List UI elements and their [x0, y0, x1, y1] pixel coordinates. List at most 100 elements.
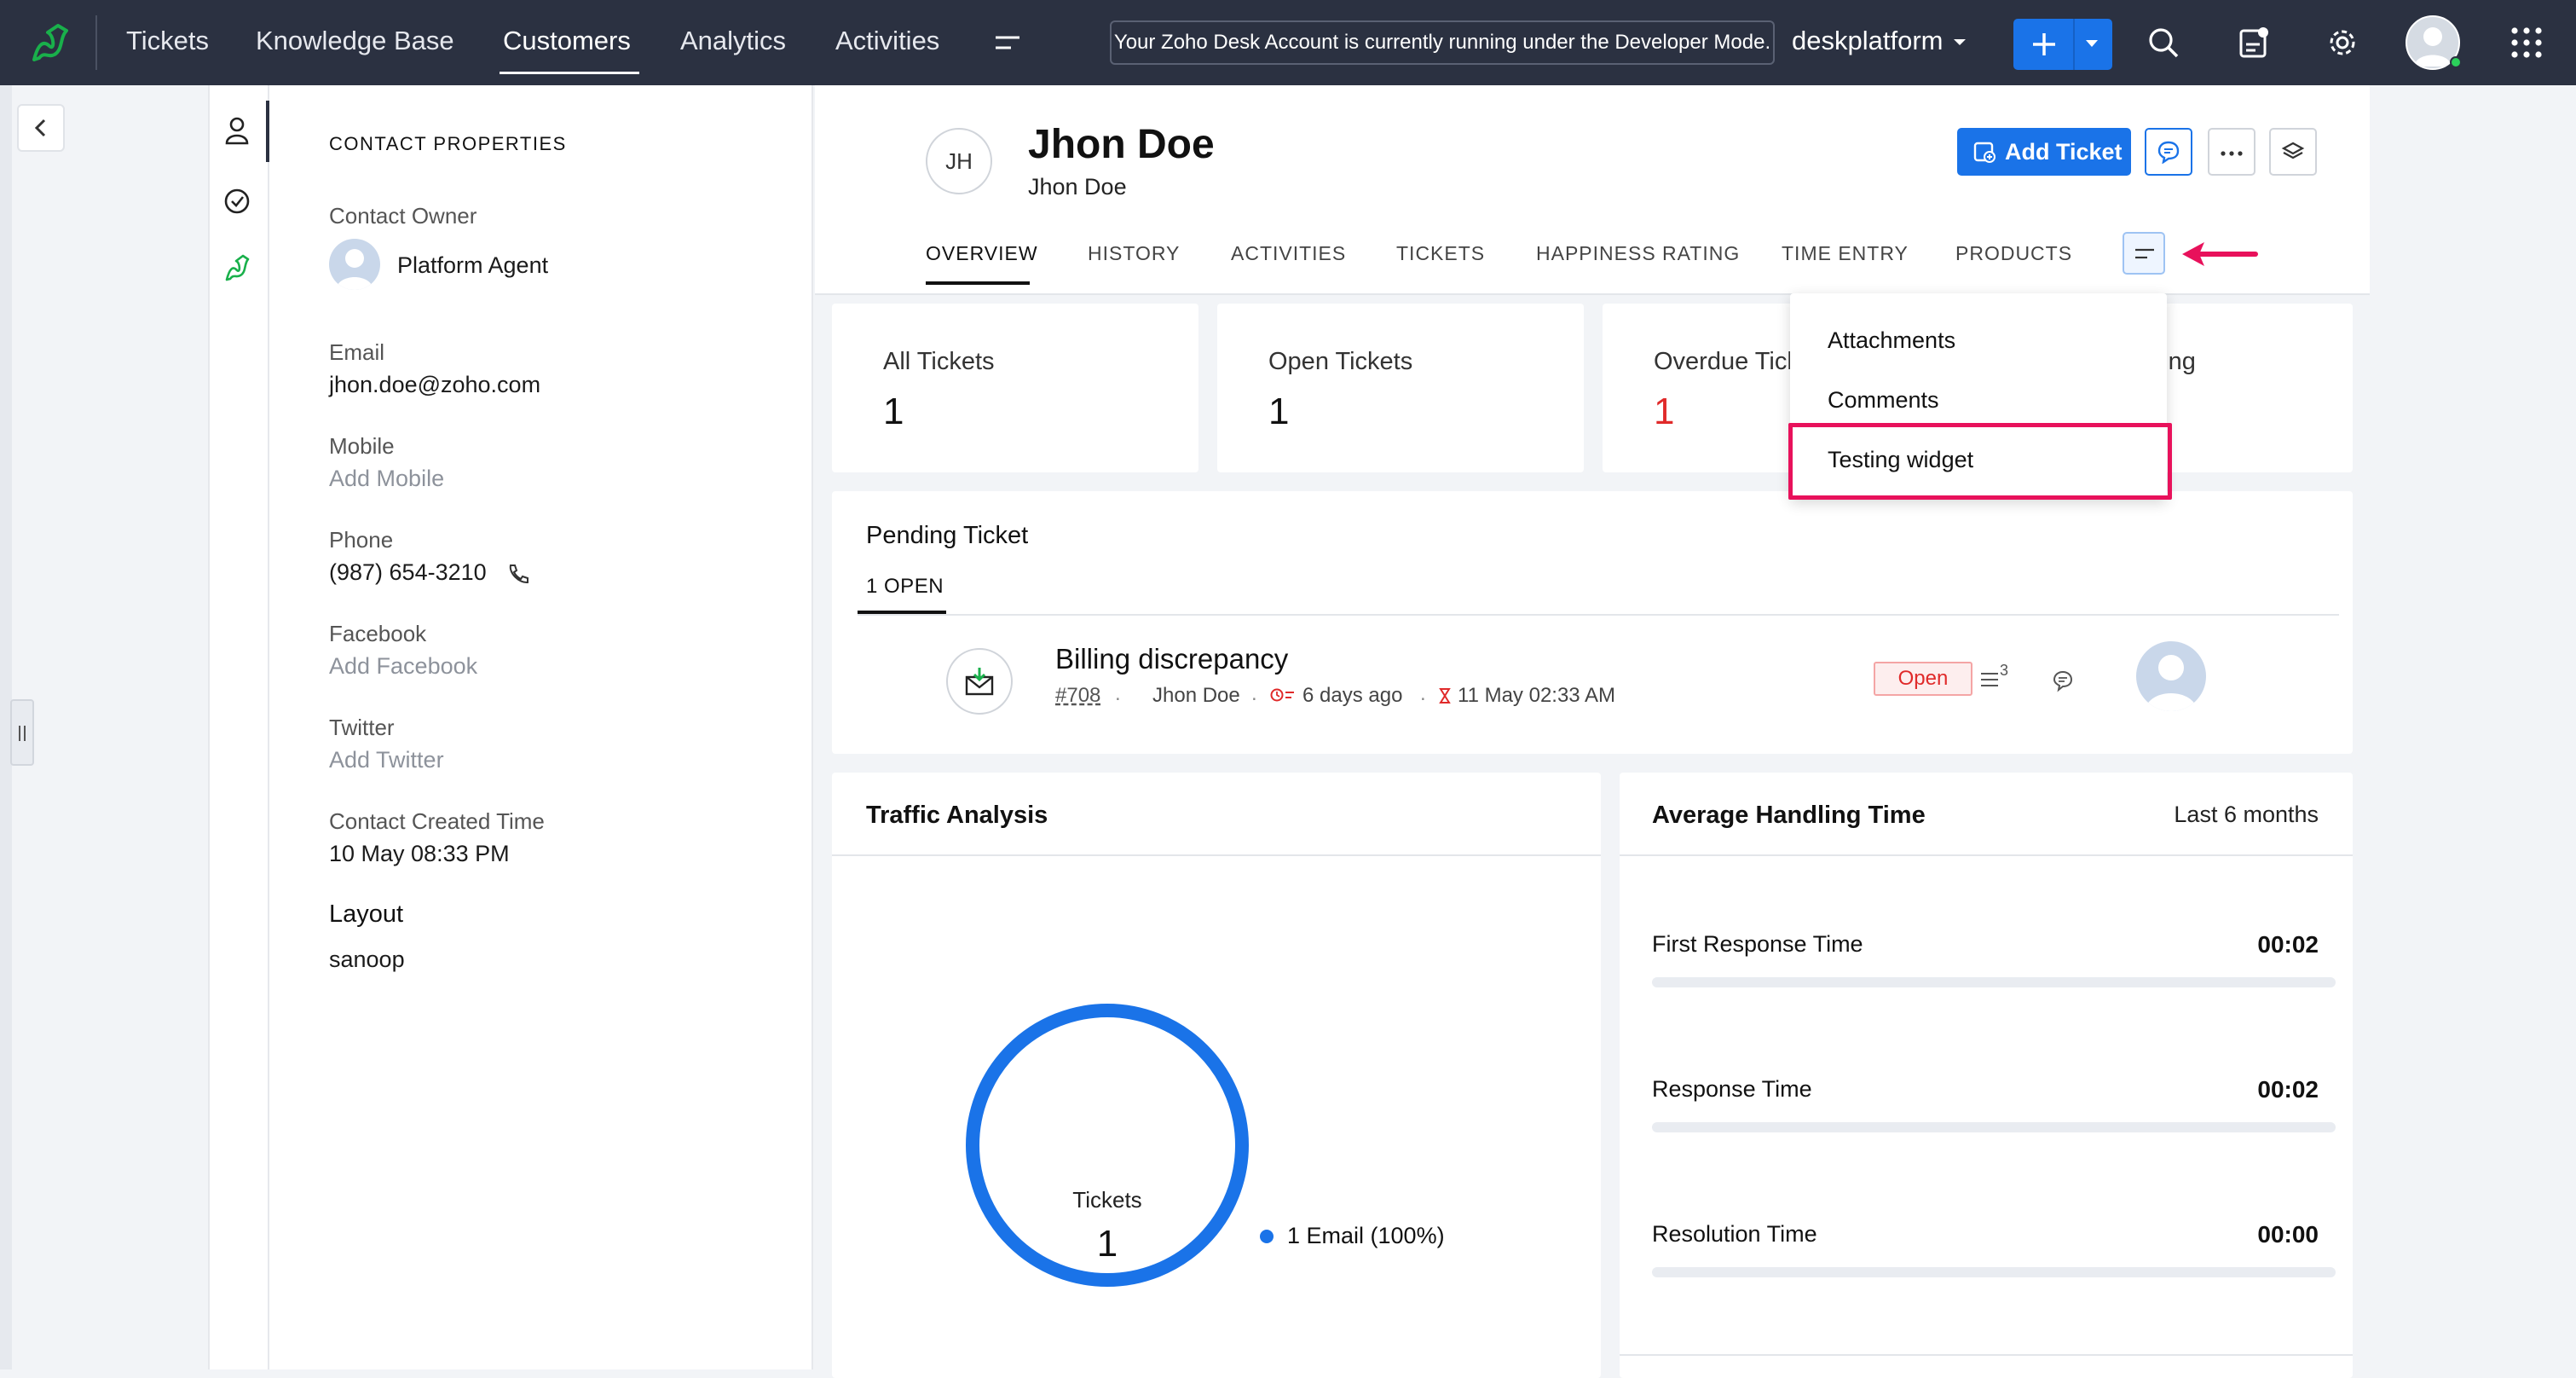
quick-create-button[interactable]: [2013, 19, 2112, 70]
nav-knowledge-base[interactable]: Knowledge Base: [256, 26, 454, 56]
right-gutter: [2370, 85, 2576, 1369]
legend-email-swatch: [1260, 1230, 1274, 1243]
developer-mode-banner: Your Zoho Desk Account is currently runn…: [1110, 20, 1775, 65]
collapse-panel-button[interactable]: [17, 104, 65, 152]
tab-happiness-rating[interactable]: HAPPINESS RATING: [1536, 242, 1740, 265]
top-navigation-bar: Tickets Knowledge Base Customers Analyti…: [0, 0, 2576, 85]
layout-label: Layout: [329, 900, 404, 928]
contact-main-area: JH Jhon Doe Jhon Doe Add Ticket OVERVIEW…: [815, 85, 2370, 1378]
phone-call-icon[interactable]: [506, 563, 528, 585]
tab-products[interactable]: PRODUCTS: [1955, 242, 2072, 265]
ticket-comment-icon[interactable]: [2051, 669, 2075, 692]
nav-customers[interactable]: Customers: [503, 26, 631, 56]
nav-activities[interactable]: Activities: [835, 26, 939, 56]
ellipsis-icon: [2221, 151, 2243, 156]
more-tabs-menu-icon: [2135, 248, 2154, 259]
ticket-age: 6 days ago: [1302, 684, 1403, 707]
tab-overview[interactable]: OVERVIEW: [926, 242, 1038, 265]
contact-person-icon[interactable]: [223, 116, 251, 145]
quick-create-chevron-down-icon[interactable]: [2085, 39, 2099, 49]
twitter-field[interactable]: Add Twitter: [329, 747, 444, 773]
owner-avatar-icon: [336, 249, 373, 290]
traffic-analysis-card: Traffic Analysis Tickets 1 1 Email (100%…: [832, 773, 1601, 1378]
mobile-field[interactable]: Add Mobile: [329, 466, 444, 492]
tab-tickets[interactable]: TICKETS: [1396, 242, 1485, 265]
org-switcher[interactable]: deskplatform: [1792, 26, 1943, 56]
resolution-time-value: 00:00: [2257, 1221, 2319, 1248]
more-menu-icon[interactable]: [994, 32, 1023, 55]
stat-card-all-tickets[interactable]: All Tickets 1: [832, 304, 1198, 472]
add-ticket-label: Add Ticket: [2005, 139, 2123, 165]
resolution-time-label: Resolution Time: [1652, 1221, 1817, 1247]
dropdown-attachments[interactable]: Attachments: [1828, 327, 1955, 354]
app-grid-icon[interactable]: [2510, 26, 2544, 60]
contact-name: Jhon Doe: [1028, 122, 1215, 167]
first-response-bar: [1652, 977, 2336, 987]
owner-avatar: [329, 239, 380, 290]
email-label: Email: [329, 339, 385, 365]
stat-card-open-tickets[interactable]: Open Tickets 1: [1217, 304, 1584, 472]
more-tabs-button[interactable]: [2123, 232, 2165, 275]
online-status-dot: [2450, 56, 2462, 68]
resolution-time-bar: [1652, 1267, 2336, 1277]
settings-gear-icon[interactable]: [2325, 26, 2359, 60]
traffic-divider: [832, 854, 1601, 856]
nav-tickets[interactable]: Tickets: [126, 26, 209, 56]
logo-divider: [95, 15, 97, 70]
email-value[interactable]: jhon.doe@zoho.com: [329, 372, 540, 398]
chevron-left-icon: [34, 119, 46, 137]
stat-all-tickets-value: 1: [883, 391, 904, 432]
org-chevron-down-icon[interactable]: [1952, 38, 1967, 48]
quick-create-separator: [2073, 19, 2075, 70]
response-time-bar: [1652, 1122, 2336, 1132]
ticket-number[interactable]: #708: [1055, 684, 1100, 708]
response-time-label: Response Time: [1652, 1076, 1812, 1102]
contact-account-name[interactable]: Jhon Doe: [1028, 174, 1127, 200]
ticket-channel-badge: [946, 648, 1013, 715]
ticket-contact[interactable]: Jhon Doe: [1152, 684, 1240, 708]
chat-button[interactable]: [2145, 128, 2192, 176]
legend-email-label[interactable]: 1 Email (100%): [1287, 1223, 1445, 1249]
contact-owner-value[interactable]: Platform Agent: [397, 252, 548, 279]
pending-divider: [858, 614, 2339, 616]
ticket-subject[interactable]: Billing discrepancy: [1055, 643, 1288, 675]
tab-activities[interactable]: ACTIVITIES: [1231, 242, 1346, 265]
handling-time-period[interactable]: Last 6 months: [2174, 802, 2319, 828]
email-channel-icon: [965, 668, 994, 696]
pending-open-tab[interactable]: 1 OPEN: [866, 575, 944, 599]
stat-open-tickets-value: 1: [1268, 391, 1290, 432]
twitter-label: Twitter: [329, 715, 395, 740]
annotation-arrow-icon: [2182, 242, 2258, 266]
phone-value[interactable]: (987) 654-3210: [329, 559, 487, 586]
plus-icon: [2033, 33, 2055, 55]
meta-separator-3: .: [1420, 682, 1426, 705]
grip-icon: [19, 726, 26, 741]
facebook-field[interactable]: Add Facebook: [329, 653, 477, 680]
tab-active-underline: [926, 281, 1030, 285]
ticket-status-badge[interactable]: Open: [1874, 662, 1972, 696]
tab-time-entry[interactable]: TIME ENTRY: [1782, 242, 1909, 265]
properties-heading: CONTACT PROPERTIES: [329, 133, 567, 154]
notification-board-icon[interactable]: [2237, 26, 2271, 60]
add-ticket-button[interactable]: Add Ticket: [1957, 128, 2131, 176]
stat-open-tickets-label: Open Tickets: [1268, 348, 1413, 375]
search-icon[interactable]: [2146, 26, 2180, 60]
contact-owner-label: Contact Owner: [329, 203, 477, 229]
pending-ticket-title: Pending Ticket: [866, 522, 1029, 549]
dropdown-comments[interactable]: Comments: [1828, 387, 1939, 414]
meta-separator-1: .: [1115, 682, 1121, 705]
tab-history[interactable]: HISTORY: [1088, 242, 1180, 265]
desk-extension-icon[interactable]: [223, 252, 251, 283]
panel-drag-handle[interactable]: [10, 699, 34, 766]
average-handling-time-card: Average Handling Time Last 6 months Firs…: [1620, 773, 2353, 1378]
due-hourglass-icon: [1439, 688, 1451, 703]
check-circle-icon[interactable]: [223, 188, 251, 215]
layers-button[interactable]: [2269, 128, 2317, 176]
phone-label: Phone: [329, 527, 394, 553]
more-actions-button[interactable]: [2208, 128, 2255, 176]
donut-center-label: Tickets: [1072, 1187, 1142, 1213]
zoho-desk-logo-icon[interactable]: [29, 20, 72, 65]
ticket-due-date: 11 May 02:33 AM: [1458, 684, 1615, 707]
nav-analytics[interactable]: Analytics: [680, 26, 786, 56]
ticket-assignee-avatar[interactable]: [2136, 641, 2206, 711]
